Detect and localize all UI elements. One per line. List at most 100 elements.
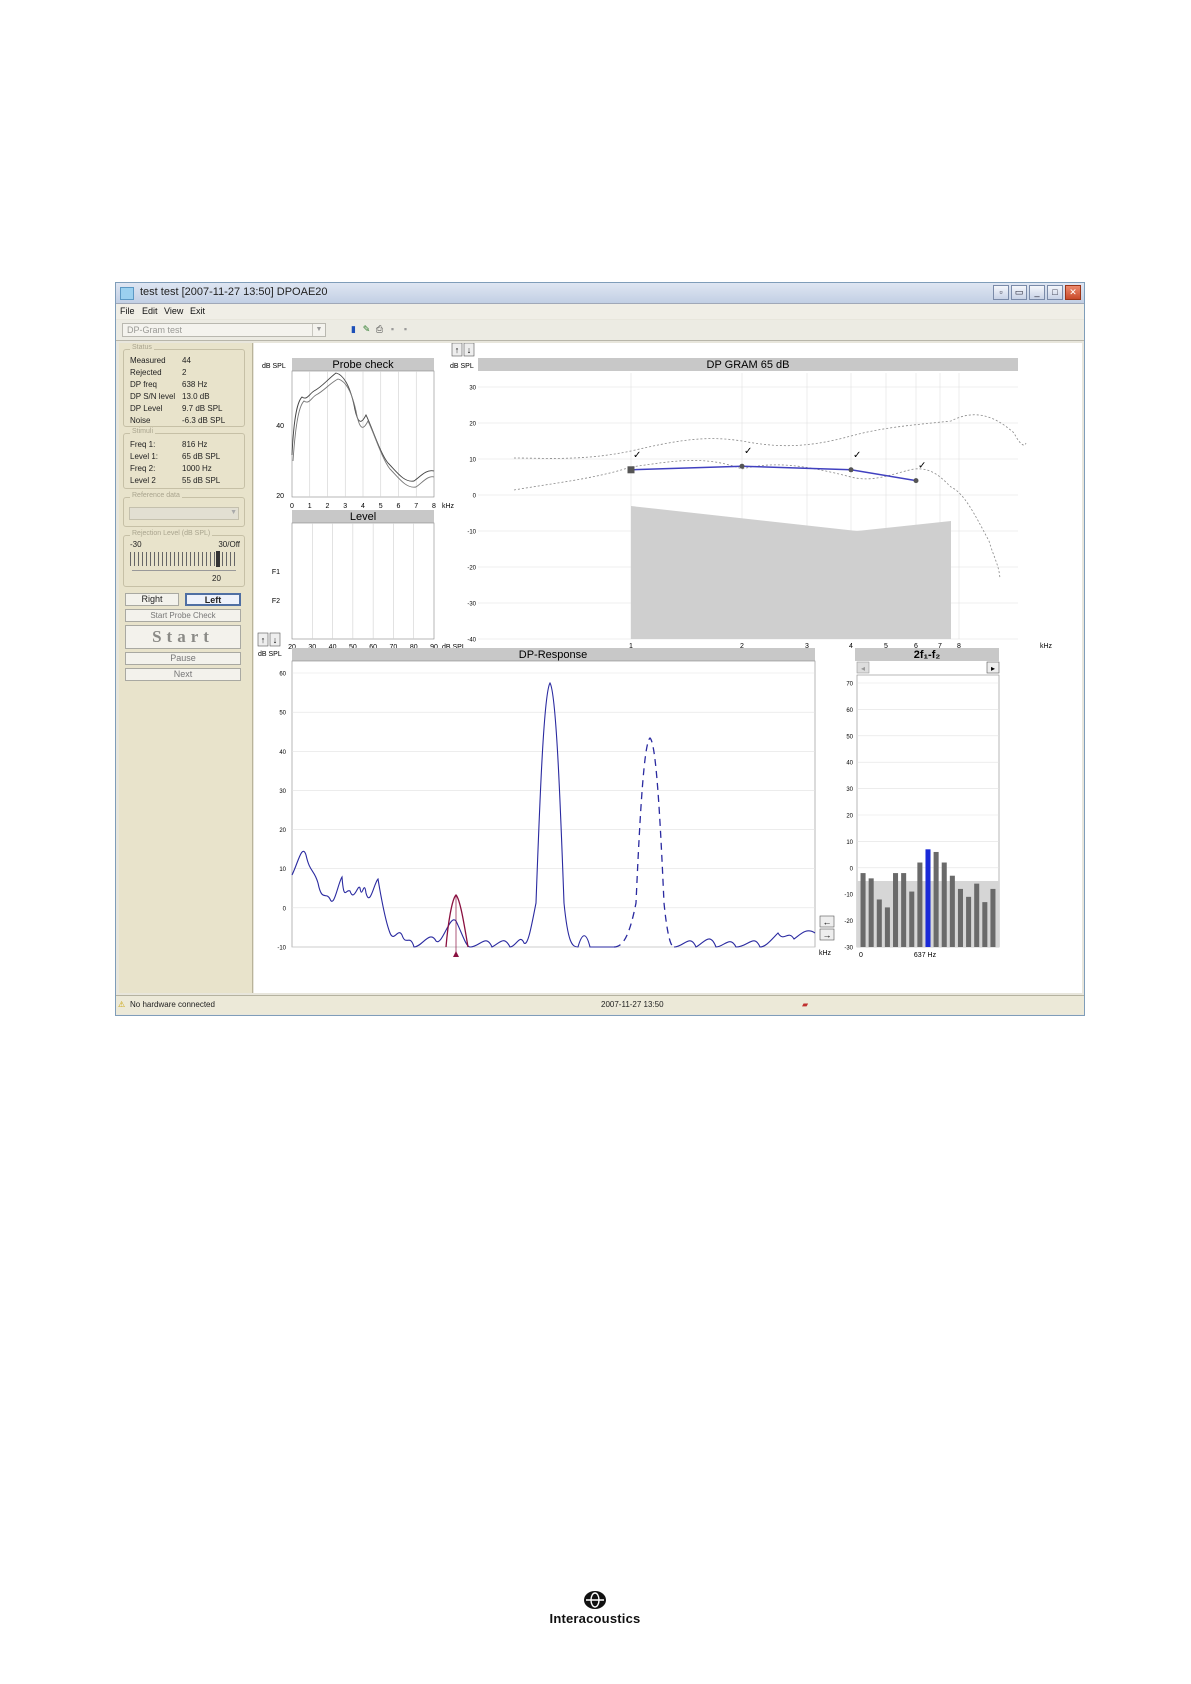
- arrow-down-icon[interactable]: ↓: [467, 345, 472, 355]
- save-icon[interactable]: ▪: [387, 323, 398, 335]
- menu-view[interactable]: View: [164, 306, 183, 316]
- dp-gram-title: DP GRAM 65 dB: [707, 359, 790, 371]
- status-timestamp: 2007-11-27 13:50: [601, 1000, 664, 1009]
- dp-gram-xtick: 4: [849, 643, 853, 650]
- two-f1-f2-ytick: -30: [844, 946, 853, 952]
- dp-response-ytick: 20: [279, 828, 286, 834]
- two-f1-f2-x-center: 637 Hz: [914, 952, 937, 959]
- arrow-left-icon[interactable]: ←: [823, 917, 832, 927]
- two-f1-f2-noise-bar: [860, 873, 866, 947]
- dp-gram-ytick: -30: [467, 602, 476, 608]
- dp-response-ylabel: dB SPL: [258, 651, 282, 658]
- probe-check-xtick: 6: [397, 503, 401, 510]
- status-row-value: 638 Hz: [182, 380, 208, 389]
- status-row-dp-sn: DP S/N level 13.0 dB: [130, 392, 210, 401]
- status-message: No hardware connected: [130, 1000, 215, 1009]
- dp-response-ytick: 0: [283, 906, 287, 912]
- two-f1-f2-ytick: 50: [846, 734, 853, 740]
- charts-svg: Probe check dB SPL 40 20 012345678 kHz L…: [257, 343, 1053, 959]
- probe-check-xunit: kHz: [442, 503, 455, 510]
- dp-gram-ytick: 30: [469, 386, 476, 392]
- edit-report-icon[interactable]: ✎: [361, 323, 372, 335]
- reference-group-title: Reference data: [130, 492, 182, 499]
- dp-gram-normal-upper: [513, 414, 1027, 459]
- two-f1-f2-noise-bar: [974, 883, 980, 947]
- next-button[interactable]: Next: [125, 668, 241, 681]
- app-window: test test [2007-11-27 13:50] DPOAE20 ▫ ▭…: [115, 282, 1085, 1016]
- status-row-value: 44: [182, 356, 191, 365]
- protocol-select[interactable]: DP-Gram test ▼: [122, 323, 326, 337]
- rejection-slider-thumb[interactable]: [216, 551, 220, 567]
- dp-gram-check-icon: ✓: [633, 450, 641, 461]
- two-f1-f2-chart: 2f₁-f₂ ◂ ▸ 70 60 50 40 30 20 10 0 -10 -20 -30 0 63…: [844, 648, 1000, 959]
- stimuli-group: Stimuli Freq 1: 816 Hz Level 1: 65 dB SPL …: [123, 428, 245, 489]
- stimuli-row-label: Freq 2:: [130, 464, 156, 473]
- arrow-left-icon[interactable]: ◂: [861, 664, 865, 673]
- right-ear-button[interactable]: Right: [125, 593, 179, 606]
- menu-edit[interactable]: Edit: [142, 306, 158, 316]
- menu-bar: File Edit View Exit: [116, 304, 1084, 319]
- two-f1-f2-ytick: 60: [846, 708, 853, 714]
- stimuli-row-label: Level 2: [130, 476, 156, 485]
- chevron-down-icon[interactable]: ▼: [312, 324, 325, 336]
- small-window-button[interactable]: ▭: [1011, 285, 1027, 300]
- dp-gram-ylabel: dB SPL: [450, 363, 474, 370]
- dp-response-ytick: 30: [279, 789, 286, 795]
- menu-file[interactable]: File: [120, 306, 135, 316]
- status-group-title: Status: [130, 344, 154, 351]
- dp-gram-ytick: -40: [467, 638, 476, 644]
- status-row-value: -6.3 dB SPL: [182, 416, 226, 425]
- tray-button[interactable]: ▫: [993, 285, 1009, 300]
- two-f1-f2-noise-bar: [957, 888, 963, 947]
- two-f1-f2-title: 2f₁-f₂: [914, 649, 941, 661]
- two-f1-f2-ytick: 30: [846, 787, 853, 793]
- control-panel: Status Measured 44 Rejected 2 DP freq 638 H…: [119, 343, 253, 993]
- charts-area: Probe check dB SPL 40 20 012345678 kHz L…: [254, 343, 1082, 993]
- arrow-right-icon[interactable]: ▸: [991, 664, 995, 673]
- arrow-right-icon[interactable]: →: [823, 930, 832, 940]
- two-f1-f2-ytick: 10: [846, 840, 853, 846]
- two-f1-f2-noise-bar: [893, 873, 899, 947]
- probe-check-xtick: 1: [308, 503, 312, 510]
- report-icon[interactable]: ▮: [348, 323, 359, 335]
- dp-gram-point: [848, 467, 854, 473]
- probe-check-xtick: 3: [343, 503, 347, 510]
- status-row-dp-level: DP Level 9.7 dB SPL: [130, 404, 222, 413]
- reference-select[interactable]: ▼: [129, 507, 239, 520]
- dp-response-ytick: 50: [279, 711, 286, 717]
- level-chart: Level F1 F2 20 30 40 50 60 70 80 90 dB SPL: [272, 510, 466, 651]
- rejection-value: 20: [212, 574, 221, 583]
- probe-check-ytick: 20: [276, 493, 284, 500]
- window-title: test test [2007-11-27 13:50] DPOAE20: [140, 286, 328, 298]
- dp-gram-check-icon: ✓: [853, 450, 861, 461]
- dp-response-ytick: 40: [279, 750, 286, 756]
- status-row-label: Noise: [130, 416, 151, 425]
- arrow-up-icon[interactable]: ↑: [261, 635, 266, 645]
- close-button[interactable]: ✕: [1065, 285, 1081, 300]
- minimize-button[interactable]: _: [1029, 285, 1045, 300]
- left-ear-button[interactable]: Left: [185, 593, 241, 606]
- dp-gram-ytick: 20: [469, 422, 476, 428]
- two-f1-f2-ytick: -10: [844, 893, 853, 899]
- arrow-down-icon[interactable]: ↓: [273, 635, 278, 645]
- print-icon[interactable]: ⎙: [374, 323, 385, 335]
- two-f1-f2-noise-bar: [884, 907, 890, 947]
- rejection-slider[interactable]: [130, 551, 238, 567]
- status-row-value: 9.7 dB SPL: [182, 404, 223, 413]
- maximize-button[interactable]: □: [1047, 285, 1063, 300]
- dp-gram-check-icon: ✓: [744, 446, 752, 457]
- warning-icon: ⚠: [118, 1000, 126, 1009]
- chevron-down-icon[interactable]: ▼: [230, 509, 237, 516]
- start-probe-check-button[interactable]: Start Probe Check: [125, 609, 241, 622]
- toolbar: DP-Gram test ▼ ▮ ✎ ⎙ ▪ ▪: [116, 320, 1084, 341]
- probe-check-title: Probe check: [332, 359, 394, 371]
- two-f1-f2-noise-bar: [868, 878, 874, 947]
- status-row-dp-freq: DP freq 638 Hz: [130, 380, 207, 389]
- two-f1-f2-ytick: 40: [846, 761, 853, 767]
- menu-exit[interactable]: Exit: [190, 306, 205, 316]
- arrow-up-icon[interactable]: ↑: [455, 345, 460, 355]
- dp-response-yticks: 60 50 40 30 20 10 0 -10: [277, 672, 286, 952]
- save-new-icon[interactable]: ▪: [400, 323, 411, 335]
- start-button[interactable]: Start: [125, 625, 241, 649]
- pause-button[interactable]: Pause: [125, 652, 241, 665]
